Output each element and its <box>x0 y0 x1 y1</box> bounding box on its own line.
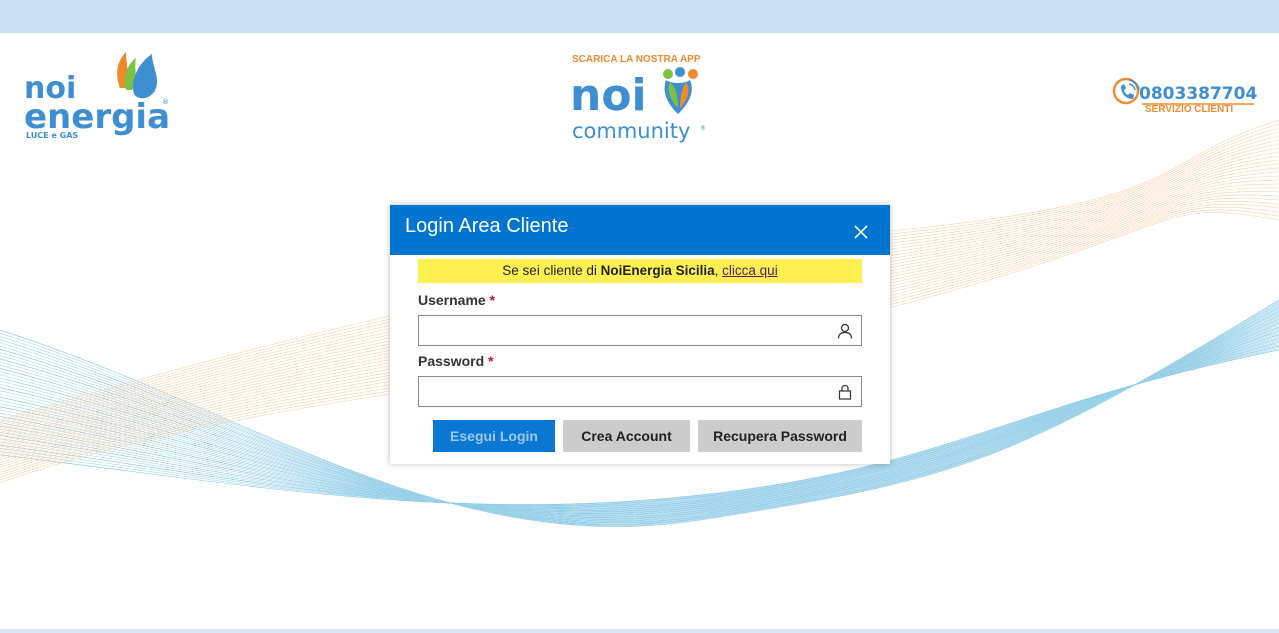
svg-text:noi: noi <box>570 70 647 121</box>
close-button[interactable] <box>852 223 870 241</box>
svg-text:®: ® <box>162 98 169 106</box>
create-account-button[interactable]: Crea Account <box>563 420 690 452</box>
lock-icon <box>838 384 852 400</box>
username-label: Username * <box>418 292 495 308</box>
sicilia-notice: Se sei cliente di NoiEnergia Sicilia, cl… <box>418 259 862 283</box>
login-dialog: Login Area Cliente Se sei cliente di Noi… <box>390 205 890 464</box>
phone-icon: 0803387704 SERVIZIO CLIENTI <box>1112 77 1257 115</box>
noienergia-logo[interactable]: noi energia ® LUCE e GAS <box>22 50 172 145</box>
recover-password-button[interactable]: Recupera Password <box>698 420 862 452</box>
required-mark: * <box>488 353 494 369</box>
svg-text:0803387704: 0803387704 <box>1139 84 1257 104</box>
login-button[interactable]: Esegui Login <box>433 420 555 452</box>
dialog-title: Login Area Cliente <box>405 215 569 237</box>
required-mark: * <box>489 292 496 308</box>
svg-text:SCARICA LA NOSTRA APP: SCARICA LA NOSTRA APP <box>572 54 701 65</box>
user-icon <box>837 323 853 339</box>
close-icon <box>854 225 868 239</box>
customer-service-phone[interactable]: 0803387704 SERVIZIO CLIENTI <box>1112 74 1262 120</box>
noi-community-logo[interactable]: SCARICA LA NOSTRA APP noi community ® <box>566 50 716 148</box>
password-label-text: Password <box>418 353 485 369</box>
svg-text:SERVIZIO CLIENTI: SERVIZIO CLIENTI <box>1145 104 1233 115</box>
notice-brand: NoiEnergia Sicilia <box>600 263 715 278</box>
username-input[interactable] <box>418 315 862 346</box>
notice-prefix: Se sei cliente di <box>502 263 601 278</box>
password-label: Password * <box>418 353 493 369</box>
svg-text:®: ® <box>700 125 706 132</box>
username-label-text: Username <box>418 292 486 308</box>
bottom-bar <box>0 629 1279 633</box>
svg-text:LUCE e GAS: LUCE e GAS <box>26 131 78 140</box>
dialog-header: Login Area Cliente <box>390 205 890 255</box>
notice-link[interactable]: clicca qui <box>722 263 778 278</box>
password-input[interactable] <box>418 376 862 407</box>
svg-text:community: community <box>572 119 690 143</box>
